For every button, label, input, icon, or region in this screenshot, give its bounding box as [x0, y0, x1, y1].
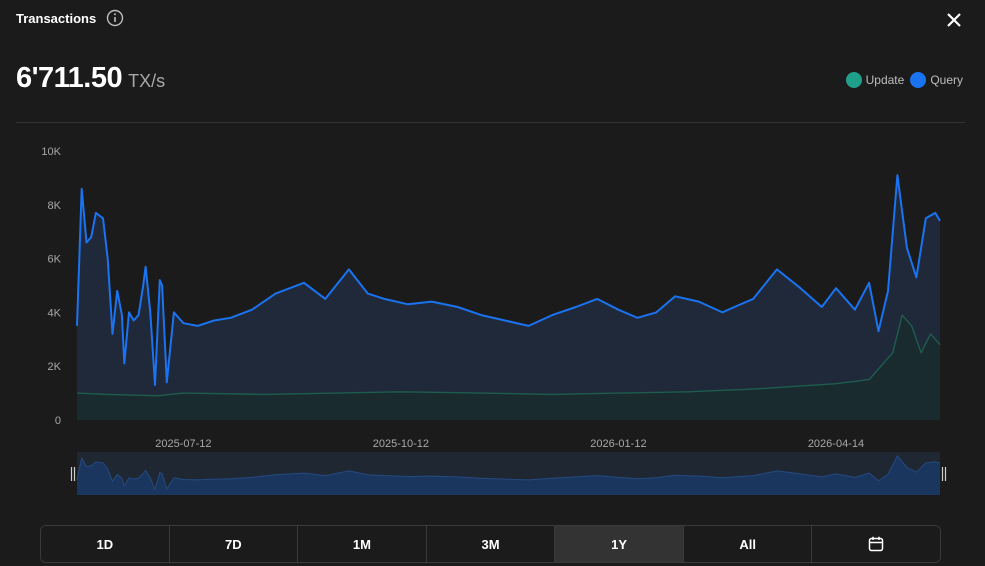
y-tick-label: 6K [48, 254, 62, 266]
y-tick-label: 0 [55, 415, 61, 427]
header-divider [16, 122, 965, 123]
legend-item-query[interactable]: Query [910, 72, 963, 88]
close-icon[interactable] [944, 10, 964, 30]
date-picker-button[interactable] [812, 526, 940, 562]
time-range-selector: 1D 7D 1M 3M 1Y All [40, 525, 941, 563]
x-tick-label: 2026-04-14 [808, 438, 864, 450]
range-button-1m[interactable]: 1M [298, 526, 427, 562]
legend-swatch-update [845, 72, 862, 88]
metric-value: 6'711.50 [16, 62, 123, 94]
range-button-7d[interactable]: 7D [169, 526, 299, 562]
chart-legend: Update Query [840, 72, 963, 88]
metric-display: 6'711.50 TX/s [16, 62, 165, 95]
transactions-chart: 0 2K 4K 6K 8K 10K 2025-07-12 2025-10-12 2026-01-… [41, 146, 947, 495]
header-title: Transactions [16, 11, 97, 26]
info-icon[interactable] [106, 9, 124, 27]
legend-item-update[interactable]: Update [845, 72, 905, 88]
range-button-1y[interactable]: 1Y [555, 526, 684, 562]
y-tick-label: 10K [41, 146, 61, 158]
metric-unit: TX/s [128, 71, 166, 91]
x-tick-label: 2025-07-12 [155, 438, 211, 450]
legend-label-update: Update [865, 73, 905, 87]
navigator-handle-left[interactable] [70, 467, 76, 481]
legend-swatch-query [910, 72, 927, 88]
range-button-1d[interactable]: 1D [41, 526, 170, 562]
range-button-3m[interactable]: 3M [426, 526, 556, 562]
calendar-icon [869, 536, 884, 552]
navigator-handle-right[interactable] [941, 467, 947, 481]
y-tick-label: 4K [48, 307, 62, 319]
x-tick-label: 2025-10-12 [373, 438, 429, 450]
y-tick-label: 2K [48, 361, 62, 373]
x-tick-label: 2026-01-12 [590, 438, 646, 450]
y-tick-label: 8K [48, 200, 62, 212]
range-button-all[interactable]: All [683, 526, 813, 562]
legend-label-query: Query [930, 73, 963, 87]
